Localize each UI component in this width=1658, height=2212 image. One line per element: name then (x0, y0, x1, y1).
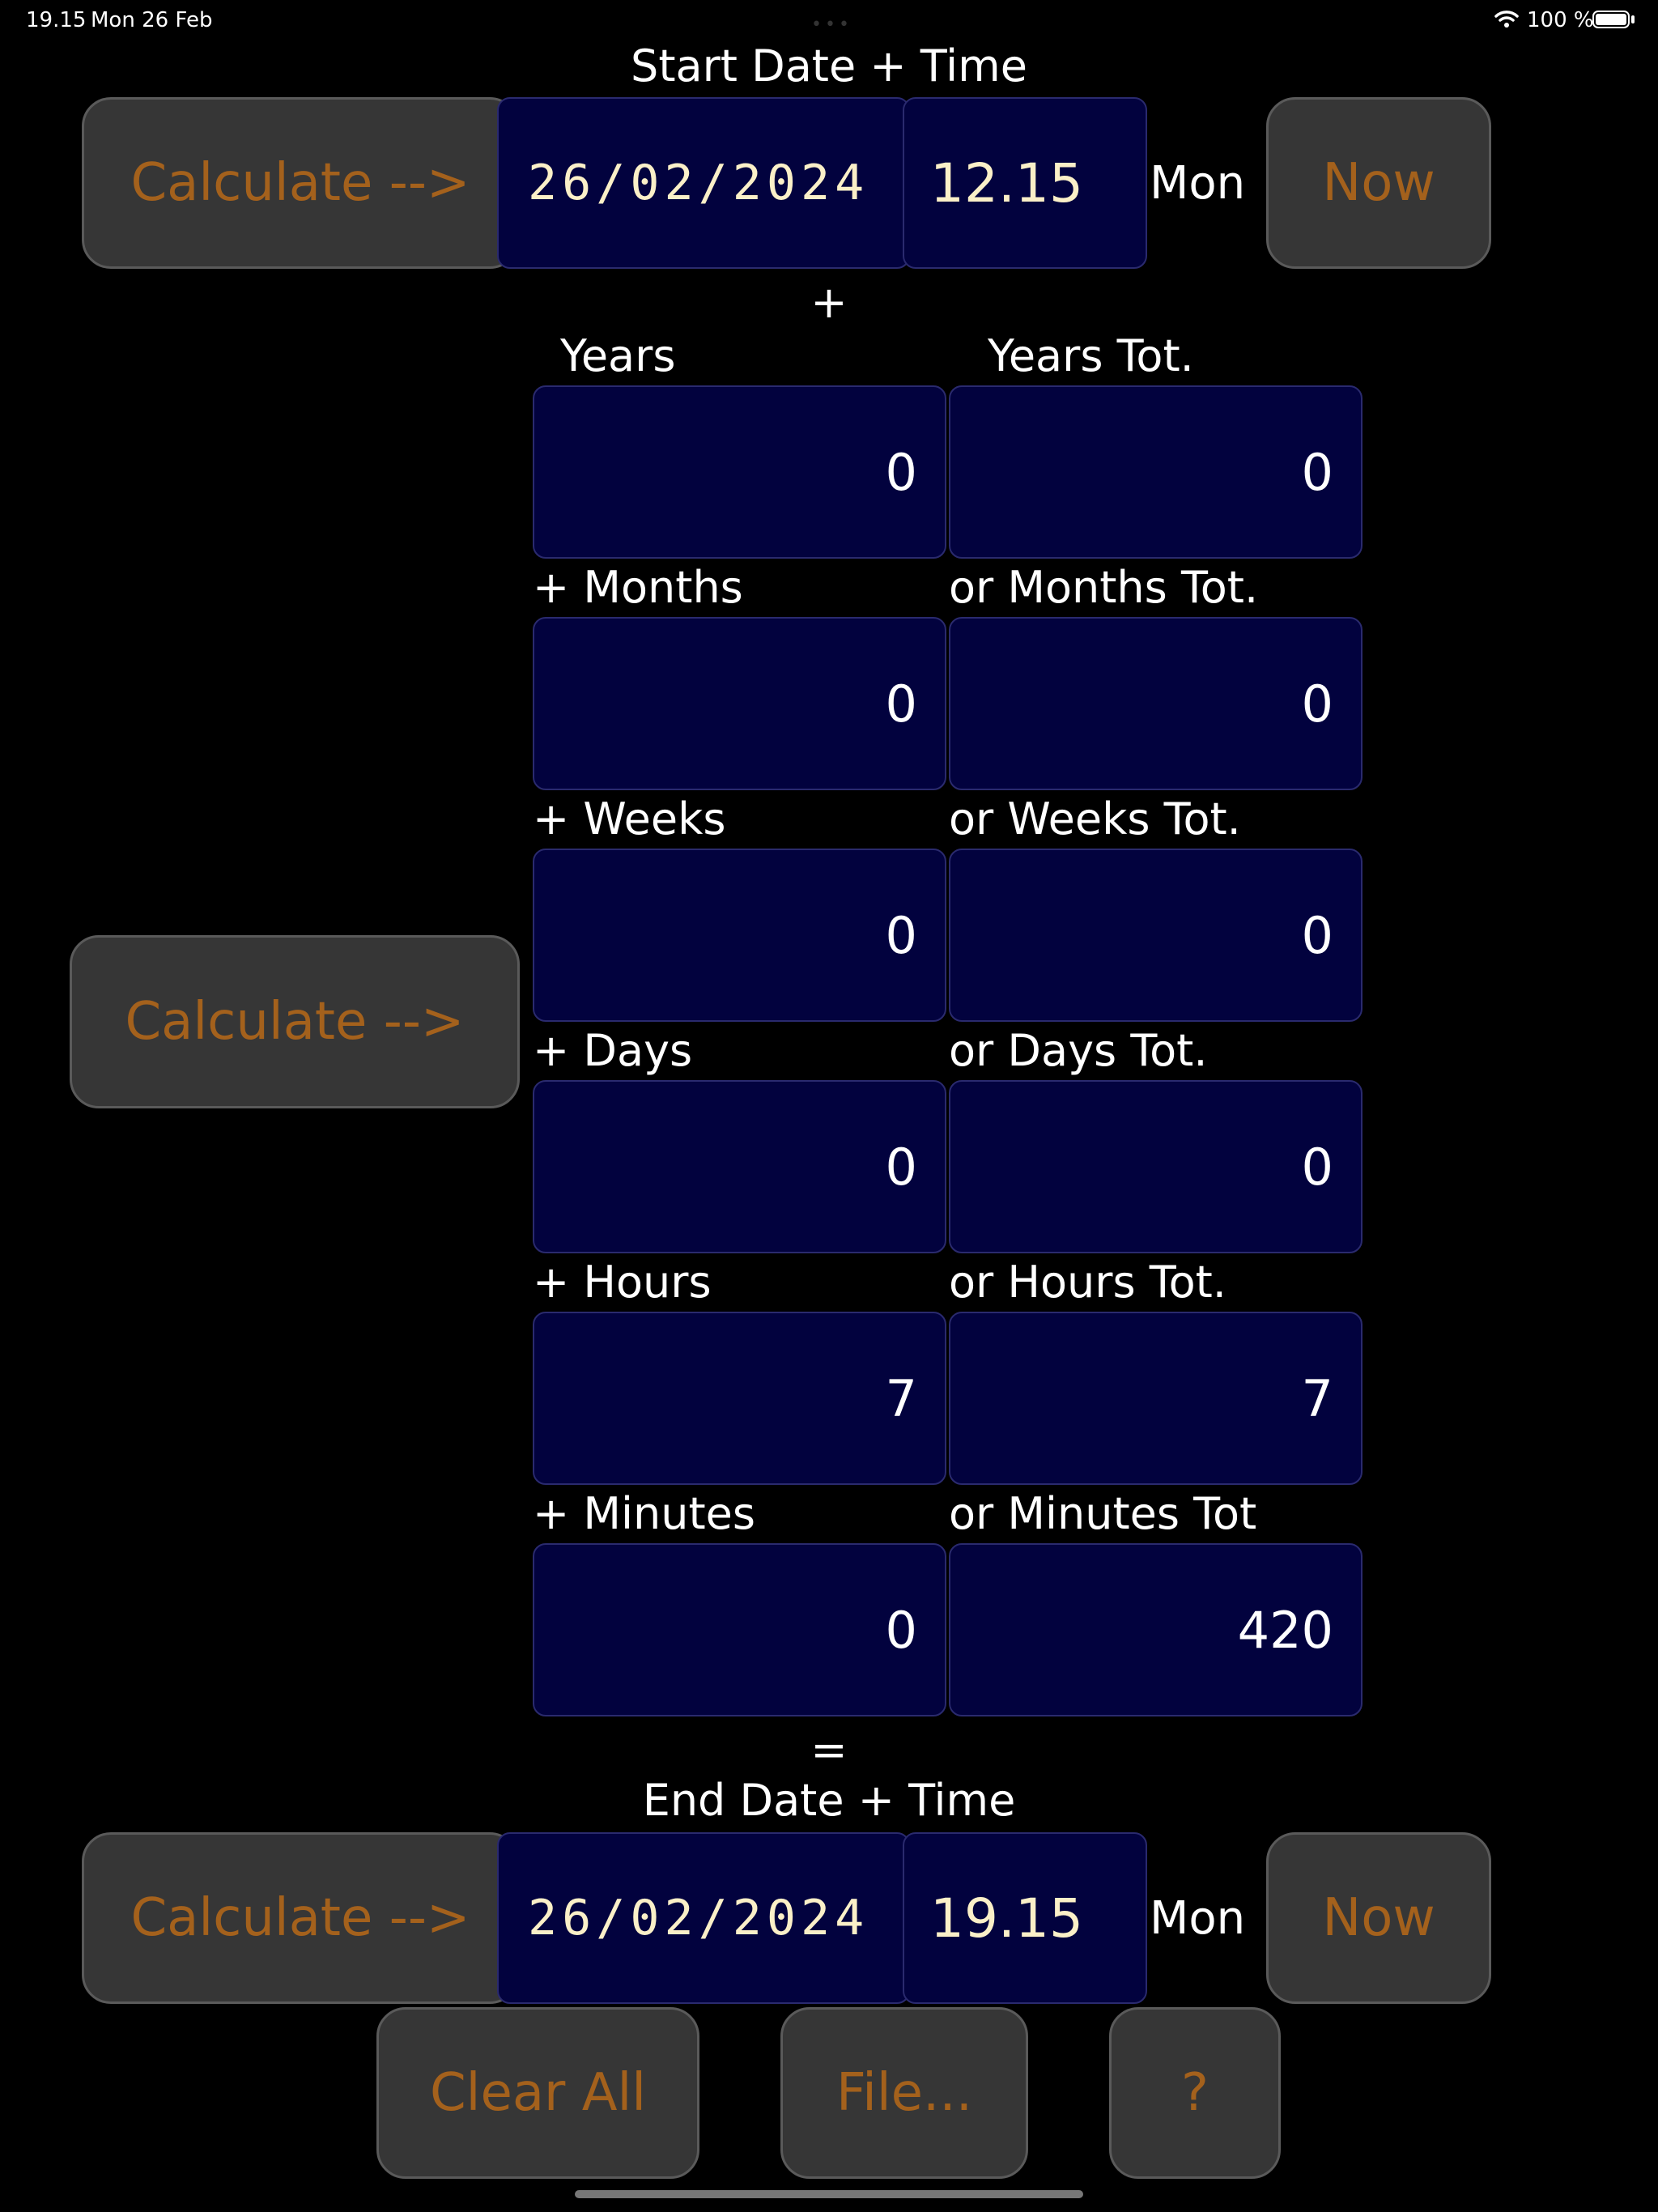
hours-total-label: or Hours Tot. (949, 1257, 1226, 1308)
start-title: Start Date + Time (631, 40, 1027, 91)
start-calculate-button[interactable]: Calculate --> (82, 97, 519, 269)
duration-calculate-button[interactable]: Calculate --> (70, 935, 520, 1108)
hours-label: + Hours (533, 1257, 712, 1308)
start-time-field[interactable]: 12.15 (903, 97, 1147, 269)
minutes-label: + Minutes (533, 1488, 755, 1539)
years-field[interactable]: 0 (533, 385, 946, 559)
status-date: Mon 26 Feb (91, 8, 213, 32)
battery-tip (1631, 15, 1635, 23)
days-label: + Days (533, 1025, 693, 1076)
days-total-field[interactable]: 0 (949, 1080, 1363, 1253)
years-total-label: Years Tot. (988, 330, 1194, 381)
file-button[interactable]: File... (780, 2007, 1028, 2179)
plus-sign: + (810, 277, 848, 328)
weeks-field[interactable]: 0 (533, 849, 946, 1022)
end-calculate-button[interactable]: Calculate --> (82, 1832, 519, 2004)
hours-field[interactable]: 7 (533, 1312, 946, 1485)
weeks-label: + Weeks (533, 793, 726, 844)
weeks-total-label: or Weeks Tot. (949, 793, 1241, 844)
status-time: 19.15 (26, 8, 87, 32)
start-weekday: Mon (1150, 157, 1246, 210)
months-label: + Months (533, 562, 743, 613)
minutes-field[interactable]: 0 (533, 1543, 946, 1716)
months-total-field[interactable]: 0 (949, 617, 1363, 790)
months-total-label: or Months Tot. (949, 562, 1259, 613)
days-total-label: or Days Tot. (949, 1025, 1208, 1076)
multitasking-dots-icon[interactable]: ••• (811, 15, 852, 35)
end-date-field[interactable]: 26/02/2024 (497, 1832, 910, 2004)
battery-icon (1592, 11, 1630, 28)
hours-total-field[interactable]: 7 (949, 1312, 1363, 1485)
help-button[interactable]: ? (1109, 2007, 1281, 2179)
months-field[interactable]: 0 (533, 617, 946, 790)
start-now-button[interactable]: Now (1266, 97, 1491, 269)
battery-percentage: 100 % (1527, 8, 1594, 32)
wifi-icon (1494, 11, 1519, 28)
weeks-total-field[interactable]: 0 (949, 849, 1363, 1022)
home-indicator[interactable] (575, 2190, 1083, 2198)
days-field[interactable]: 0 (533, 1080, 946, 1253)
end-title: End Date + Time (642, 1775, 1016, 1826)
end-weekday: Mon (1150, 1892, 1246, 1945)
minutes-total-field[interactable]: 420 (949, 1543, 1363, 1716)
end-now-button[interactable]: Now (1266, 1832, 1491, 2004)
start-date-field[interactable]: 26/02/2024 (497, 97, 910, 269)
years-total-field[interactable]: 0 (949, 385, 1363, 559)
equals-sign: = (810, 1725, 848, 1776)
end-time-field[interactable]: 19.15 (903, 1832, 1147, 2004)
minutes-total-label: or Minutes Tot (949, 1488, 1257, 1539)
clear-all-button[interactable]: Clear All (376, 2007, 699, 2179)
years-label: Years (560, 330, 676, 381)
